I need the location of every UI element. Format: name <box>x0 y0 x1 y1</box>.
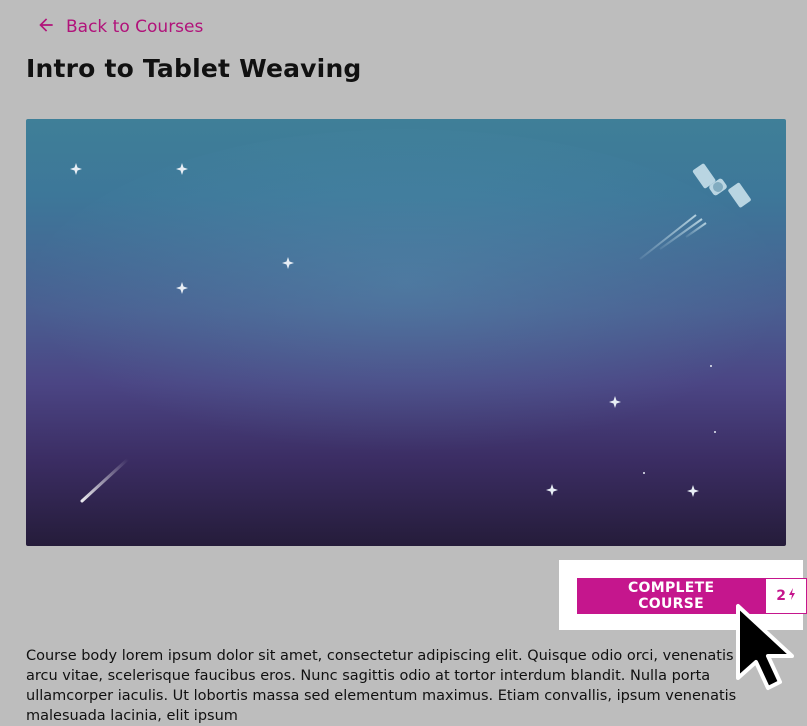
back-link-label: Back to Courses <box>66 17 204 37</box>
course-body-text: Course body lorem ipsum dolor sit amet, … <box>26 648 752 724</box>
arrow-left-icon <box>36 15 56 40</box>
star-icon <box>546 484 558 496</box>
star-icon <box>714 431 716 433</box>
course-hero-image <box>26 119 786 546</box>
shooting-star-icon <box>80 457 130 503</box>
star-icon <box>687 485 699 497</box>
star-icon <box>710 365 712 367</box>
hero-glow <box>26 129 786 469</box>
star-icon <box>70 163 82 175</box>
star-icon <box>643 472 645 474</box>
back-to-courses-link[interactable]: Back to Courses <box>36 14 203 40</box>
mouse-cursor-icon <box>736 604 794 690</box>
page-title: Intro to Tablet Weaving <box>26 54 362 83</box>
